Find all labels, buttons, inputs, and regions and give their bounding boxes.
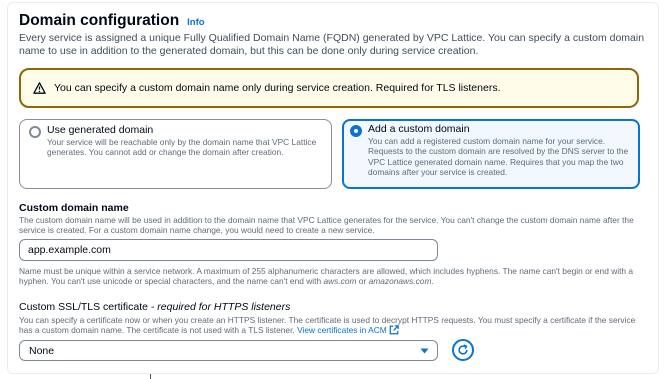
custom-domain-name-label: Custom domain name	[19, 202, 129, 214]
certificate-label: Custom SSL/TLS certificate - required fo…	[19, 301, 290, 313]
generated-domain-radio[interactable]	[29, 126, 41, 138]
section-header: Domain configuration Info	[19, 12, 205, 30]
custom-domain-input[interactable]	[19, 239, 438, 261]
generated-domain-description: Your service will be reachable only by t…	[47, 137, 317, 158]
constraint-end: .	[431, 276, 434, 287]
section-title: Domain configuration	[19, 12, 180, 29]
refresh-button[interactable]	[452, 339, 474, 361]
warning-alert: You can specify a custom domain name onl…	[19, 68, 639, 108]
constraint-or: or	[356, 276, 369, 287]
mouse-cursor	[150, 374, 151, 379]
alert-text: You can specify a custom domain name onl…	[54, 82, 501, 94]
certificate-selected-value: None	[29, 344, 55, 357]
info-link[interactable]: Info	[187, 17, 204, 28]
custom-domain-constraint: Name must be unique within a service net…	[19, 266, 649, 287]
certificate-description: You can specify a certificate now or whe…	[19, 315, 649, 336]
custom-domain-name-description: The custom domain name will be used in a…	[19, 215, 634, 236]
constraint-term-amazonaws: amazonaws.com	[368, 276, 432, 287]
custom-domain-radio[interactable]	[350, 125, 362, 137]
section-description: Every service is assigned a unique Fully…	[19, 32, 645, 57]
generated-domain-tile[interactable]: Use generated domain Your service will b…	[19, 119, 332, 189]
warning-icon	[33, 82, 46, 94]
external-link-icon	[389, 325, 399, 335]
custom-domain-label: Add a custom domain	[368, 123, 470, 135]
acm-link[interactable]: View certificates in ACM	[297, 325, 399, 335]
acm-link-text: View certificates in ACM	[297, 325, 387, 336]
custom-domain-tile[interactable]: Add a custom domain You can add a regist…	[342, 119, 640, 189]
constraint-term-aws: aws.com	[323, 276, 357, 287]
certificate-select[interactable]: None	[19, 340, 438, 361]
certificate-label-text: Custom SSL/TLS certificate	[19, 301, 148, 313]
generated-domain-label: Use generated domain	[47, 124, 154, 136]
caret-down-icon	[420, 348, 429, 354]
certificate-label-qualifier: - required for HTTPS listeners	[147, 301, 291, 313]
custom-domain-description: You can add a registered custom domain n…	[368, 136, 629, 177]
refresh-icon	[458, 344, 468, 355]
